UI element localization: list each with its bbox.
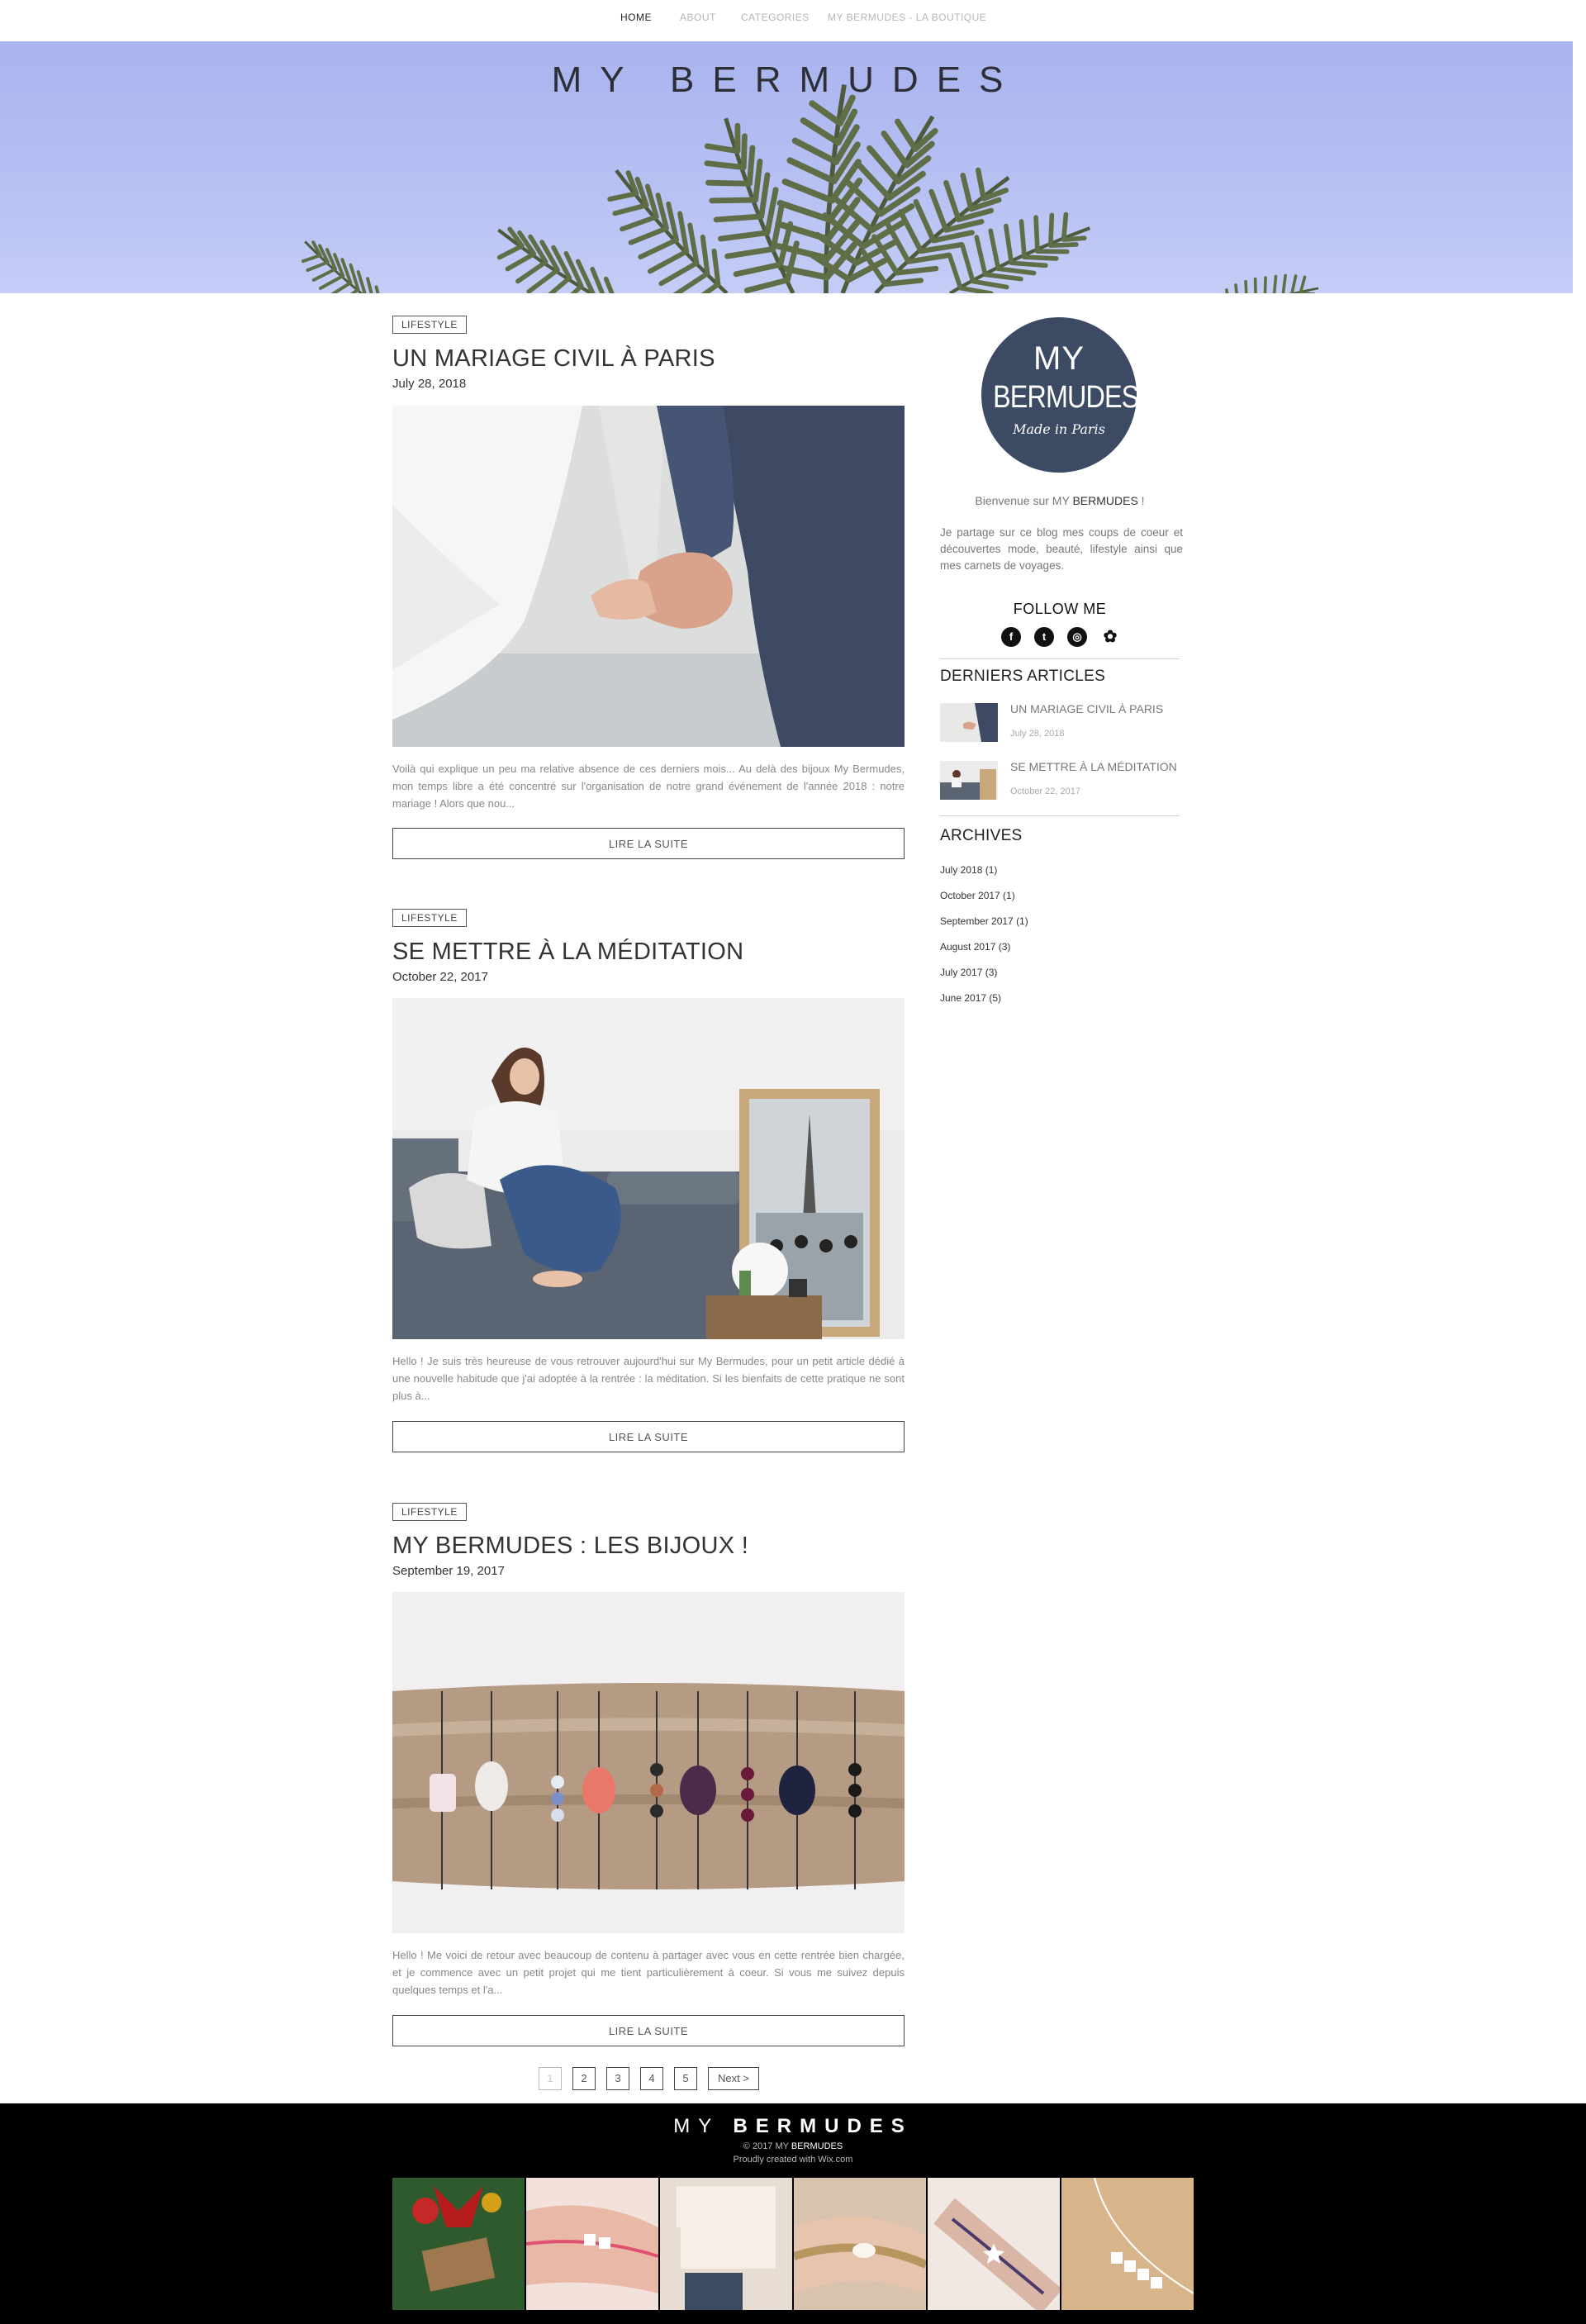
facebook-icon[interactable]: f	[1001, 627, 1021, 647]
twitter-icon[interactable]: t	[1034, 627, 1054, 647]
archive-link[interactable]: July 2018 (1)	[940, 864, 997, 876]
post-category-tag[interactable]: LIFESTYLE	[392, 316, 467, 334]
gallery-wrist-bracelet-photo	[526, 2178, 658, 2310]
nav-item-categories[interactable]: CATEGORIES	[741, 12, 810, 23]
archive-link[interactable]: September 2017 (1)	[940, 915, 1028, 927]
bracelets-photo	[392, 1592, 905, 1933]
post-image[interactable]	[392, 406, 905, 747]
gallery-christmas-photo	[392, 2178, 525, 2310]
archive-link[interactable]: June 2017 (5)	[940, 992, 1001, 1004]
page-3-button[interactable]: 3	[606, 2067, 629, 2090]
gallery-image[interactable]	[526, 2178, 658, 2310]
footer-title-bold: BERMUDES	[733, 2115, 913, 2137]
gallery-image[interactable]	[660, 2178, 792, 2310]
post-date: October 22, 2017	[392, 970, 488, 984]
site-title-bold: BERMUDES	[670, 59, 1022, 100]
logo-line-3: Made in Paris	[1013, 421, 1105, 437]
site-title[interactable]: MY BERMUDES	[0, 59, 1573, 101]
gallery-image[interactable]	[794, 2178, 926, 2310]
gallery-image[interactable]	[928, 2178, 1060, 2310]
thumbnail-meditation	[940, 761, 998, 800]
welcome-suffix: !	[1137, 494, 1145, 507]
nav-item-boutique[interactable]: MY BERMUDES - LA BOUTIQUE	[828, 12, 986, 23]
post-title[interactable]: UN MARIAGE CIVIL À PARIS	[392, 345, 715, 373]
page-5-button[interactable]: 5	[674, 2067, 697, 2090]
recent-post-title[interactable]: SE METTRE À LA MÉDITATION	[1010, 760, 1177, 773]
archive-link[interactable]: October 2017 (1)	[940, 890, 1015, 901]
copyright-brand: BERMUDES	[791, 2141, 843, 2151]
archive-link[interactable]: August 2017 (3)	[940, 941, 1010, 953]
post-title[interactable]: MY BERMUDES : LES BIJOUX !	[392, 1533, 748, 1560]
recent-post-thumbnail[interactable]	[940, 703, 998, 742]
gallery-cards-photo	[660, 2178, 792, 2310]
gallery-image[interactable]	[1061, 2178, 1194, 2310]
top-navigation: HOME ABOUT CATEGORIES MY BERMUDES - LA B…	[0, 0, 1586, 40]
page-2-button[interactable]: 2	[572, 2067, 596, 2090]
follow-me-title: FOLLOW ME	[1013, 601, 1107, 617]
blog-intro: Je partage sur ce blog mes coups de coeu…	[940, 526, 1183, 572]
logo-line-2: BERMUDES	[993, 380, 1139, 415]
post-excerpt: Voilà qui explique un peu ma relative ab…	[392, 763, 905, 810]
post-date: September 19, 2017	[392, 1564, 505, 1578]
post-image[interactable]	[392, 998, 905, 1339]
footer-title: MY BERMUDES	[0, 2115, 1586, 2138]
gallery-star-bracelet-photo	[928, 2178, 1060, 2310]
gallery-letter-bracelet-photo	[1061, 2178, 1194, 2310]
gallery-image[interactable]	[392, 2178, 525, 2310]
recent-post-thumbnail[interactable]	[940, 761, 998, 800]
logo-line-1: MY	[1033, 340, 1085, 377]
site-title-light: MY	[551, 59, 642, 100]
footer-credit[interactable]: Proudly created with Wix.com	[0, 2155, 1586, 2165]
post-title[interactable]: SE METTRE À LA MÉDITATION	[392, 939, 743, 966]
post-excerpt: Hello ! Je suis très heureuse de vous re…	[392, 1355, 905, 1402]
welcome-text: Bienvenue sur MY BERMUDES !	[940, 492, 1180, 509]
brand-logo[interactable]: MY BERMUDES Made in Paris	[981, 317, 1139, 473]
sidebar-divider	[940, 658, 1180, 659]
post-date: July 28, 2018	[392, 377, 467, 391]
welcome-prefix: Bienvenue sur MY	[975, 494, 1073, 507]
copyright-prefix: © 2017 MY	[743, 2141, 791, 2151]
page-4-button[interactable]: 4	[640, 2067, 663, 2090]
post-image[interactable]	[392, 1592, 905, 1933]
read-more-button[interactable]: LIRE LA SUITE	[392, 1421, 905, 1452]
archives-title: ARCHIVES	[940, 827, 1023, 844]
read-more-button[interactable]: LIRE LA SUITE	[392, 828, 905, 859]
read-more-button[interactable]: LIRE LA SUITE	[392, 2015, 905, 2046]
thumbnail-hands	[940, 703, 998, 742]
nav-item-about[interactable]: ABOUT	[680, 12, 716, 23]
flower-icon[interactable]: ✿	[1100, 627, 1120, 647]
recent-posts-title: DERNIERS ARTICLES	[940, 668, 1106, 685]
footer-title-light: MY	[673, 2115, 719, 2137]
recent-post-date: October 22, 2017	[1010, 787, 1081, 796]
footer: MY BERMUDES © 2017 MY BERMUDES Proudly c…	[0, 2103, 1586, 2324]
sidebar-divider	[940, 815, 1180, 816]
instagram-icon[interactable]: ◎	[1067, 627, 1087, 647]
recent-post-title[interactable]: UN MARIAGE CIVIL À PARIS	[1010, 702, 1163, 715]
nav-item-home[interactable]: HOME	[620, 12, 652, 23]
welcome-brand: BERMUDES	[1072, 494, 1138, 507]
page-1-button[interactable]: 1	[539, 2067, 562, 2090]
post-category-tag[interactable]: LIFESTYLE	[392, 909, 467, 927]
gallery-cowrie-bracelet-photo	[794, 2178, 926, 2310]
holding-hands-photo	[392, 406, 905, 747]
hero-banner: MY BERMUDES	[0, 41, 1573, 293]
meditation-photo	[392, 998, 905, 1339]
next-page-button[interactable]: Next >	[708, 2067, 759, 2090]
post-excerpt: Hello ! Me voici de retour avec beaucoup…	[392, 1949, 905, 1996]
footer-copyright: © 2017 MY BERMUDES	[0, 2141, 1586, 2151]
post-category-tag[interactable]: LIFESTYLE	[392, 1503, 467, 1521]
recent-post-date: July 28, 2018	[1010, 729, 1065, 739]
archive-link[interactable]: July 2017 (3)	[940, 967, 997, 978]
